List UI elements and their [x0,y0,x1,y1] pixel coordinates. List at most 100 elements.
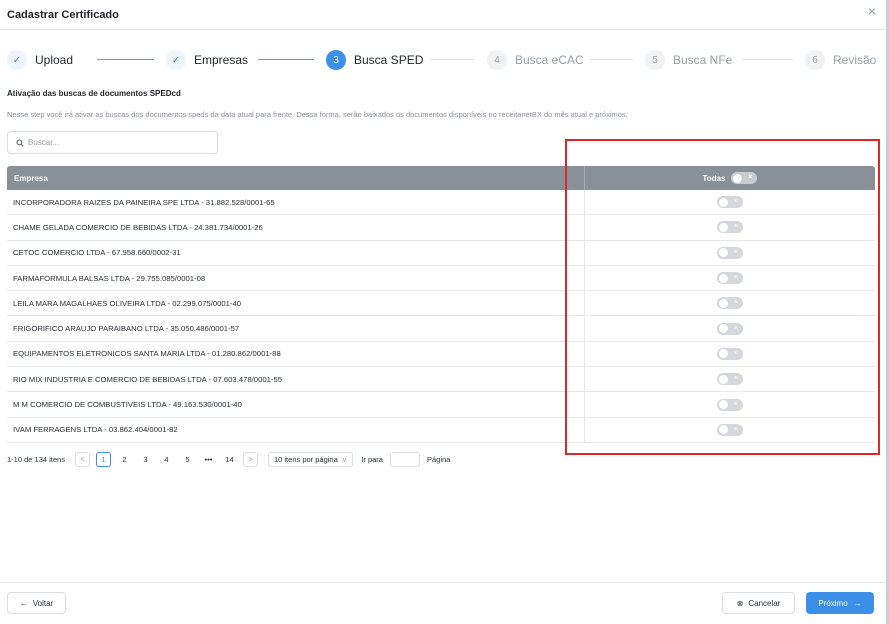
company-cell: EQUIPAMENTOS ELETRONICOS SANTA MARIA LTD… [7,341,585,367]
step-number: 6 [805,50,825,70]
company-cell: RIO MIX INDUSTRIA E COMERCIO DE BEBIDAS … [7,367,585,392]
step-empresas[interactable]: ✓ Empresas [166,48,248,72]
pagination: 1-10 de 134 itens < 1 2 3 4 5 ••• 14 > 1… [7,451,450,468]
table-row: RIO MIX INDUSTRIA E COMERCIO DE BEBIDAS … [7,367,875,393]
certificate-modal: Cadastrar Certificado × ✓ Upload ✓ Empre… [0,0,889,624]
close-icon: × [748,174,753,181]
toggle-cell: × [585,215,875,239]
toggle-cell: × [585,342,875,366]
table-row: INCORPORADORA RAIZES DA PAINEIRA SPE LTD… [7,190,875,216]
close-icon: × [733,299,738,307]
company-cell: CETOC COMERCIO LTDA - 67.958.660/0002-31 [7,240,585,265]
next-page-button[interactable]: > [242,452,258,467]
company-cell: FARMAFORMULA BALSAS LTDA - 29.755.085/00… [7,265,585,291]
section-title: Ativação das buscas de documentos SPEDcd [7,89,181,98]
cancel-label: Cancelar [748,598,781,608]
table-header: Empresa Todas × [7,166,875,190]
toggle-cell: × [585,291,875,315]
table-row: CETOC COMERCIO LTDA - 67.958.660/0002-31… [7,240,875,266]
close-icon: × [733,248,738,256]
page-number[interactable]: 5 [180,452,195,467]
step-label: Upload [35,53,74,67]
next-button[interactable]: Próximo → [806,592,874,614]
step-number: 4 [487,50,507,70]
row-toggle-switch[interactable]: × [717,398,743,411]
row-toggle-switch[interactable]: × [717,221,743,234]
table-row: FRIGORIFICO ARAUJO PARAIBANO LTDA - 35.0… [7,316,875,342]
company-cell: INCORPORADORA RAIZES DA PAINEIRA SPE LTD… [7,190,585,215]
page-number[interactable]: 2 [117,452,132,467]
step-number: 3 [326,50,346,70]
toggle-cell: × [585,392,875,416]
search-icon [16,138,24,147]
check-icon: ✓ [7,50,27,70]
step-label: Empresas [194,53,249,67]
goto-page-input[interactable] [389,452,420,467]
table-row: CHAME GELADA COMERCIO DE BEBIDAS LTDA - … [7,215,875,241]
row-toggle-switch[interactable]: × [717,246,743,259]
toggle-knob [718,298,728,308]
prev-page-button[interactable]: < [74,452,90,467]
toggle-cell: × [585,241,875,265]
row-toggle-switch[interactable]: × [717,196,743,209]
companies-table: Empresa Todas × INCORPORADORA RAIZES DA … [7,166,875,443]
page-size-select[interactable]: 10 itens por página ∨ [267,452,354,467]
close-icon: × [733,324,738,332]
table-row: IVAM FERRAGENS LTDA - 03.862.404/0001-82… [7,417,875,443]
company-cell: M M COMERCIO DE COMBUSTIVEIS LTDA - 49.1… [7,392,585,417]
step-connector [258,59,314,60]
toggle-knob [718,222,728,232]
close-icon[interactable]: × [865,4,879,18]
step-connector [742,59,793,60]
toggle-knob [718,374,728,384]
company-cell: IVAM FERRAGENS LTDA - 03.862.404/0001-82 [7,417,585,442]
close-icon: × [733,223,738,231]
step-connector [97,59,154,60]
step-connector [430,59,475,60]
cancel-button[interactable]: ⊗ Cancelar [722,592,795,614]
row-toggle-switch[interactable]: × [717,373,743,386]
search-box[interactable] [7,131,218,154]
company-cell: CHAME GELADA COMERCIO DE BEBIDAS LTDA - … [7,215,585,240]
step-revisao[interactable]: 6 Revisão [805,48,876,72]
modal-header: Cadastrar Certificado × [0,0,889,30]
row-toggle-switch[interactable]: × [717,347,743,360]
page-number[interactable]: 4 [159,452,174,467]
all-label: Todas [702,173,726,183]
section-description: Nesse step você irá ativar as buscas dos… [7,110,628,119]
step-label: Busca SPED [354,53,424,67]
row-toggle-switch[interactable]: × [717,272,743,285]
step-busca-ecac[interactable]: 4 Busca eCAC [487,48,584,72]
row-toggle-switch[interactable]: × [717,297,743,310]
toggle-all-switch[interactable]: × [731,172,758,184]
page-size-value: 10 itens por página [273,455,338,464]
toggle-cell: × [585,190,875,214]
back-button[interactable]: ← Voltar [7,592,66,614]
page-number[interactable]: 3 [138,452,153,467]
arrow-right-icon: → [853,598,862,608]
page-number[interactable]: 14 [222,452,237,467]
toggle-knob [718,349,728,359]
toggle-knob [732,173,742,183]
next-label: Próximo [818,598,848,608]
step-connector [589,59,633,60]
search-input[interactable] [28,138,208,147]
toggle-knob [718,324,728,334]
back-label: Voltar [32,598,54,608]
step-upload[interactable]: ✓ Upload [7,48,73,72]
toggle-cell: × [585,418,875,442]
step-busca-sped[interactable]: 3 Busca SPED [326,48,423,72]
table-body: INCORPORADORA RAIZES DA PAINEIRA SPE LTD… [7,190,875,443]
page-ellipsis[interactable]: ••• [201,452,216,467]
page-number[interactable]: 1 [95,452,111,467]
row-toggle-switch[interactable]: × [717,322,743,335]
table-row: M M COMERCIO DE COMBUSTIVEIS LTDA - 49.1… [7,392,875,418]
company-cell: FRIGORIFICO ARAUJO PARAIBANO LTDA - 35.0… [7,316,585,341]
table-row: EQUIPAMENTOS ELETRONICOS SANTA MARIA LTD… [7,341,875,368]
toggle-knob [718,400,728,410]
step-number: 5 [645,50,665,70]
toggle-cell: × [585,266,875,290]
step-label: Revisão [833,53,877,67]
row-toggle-switch[interactable]: × [717,423,743,436]
step-busca-nfe[interactable]: 5 Busca NFe [645,48,732,72]
